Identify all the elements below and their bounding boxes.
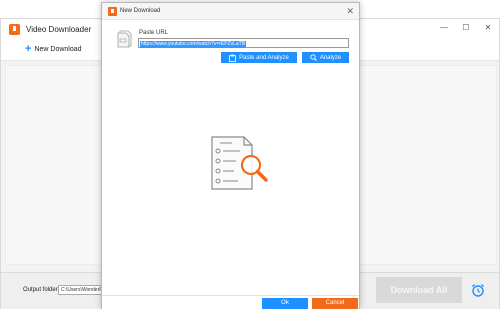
paste-and-analyze-button[interactable]: Paste and Analyze: [221, 52, 297, 63]
close-icon[interactable]: ✕: [346, 6, 354, 17]
close-button[interactable]: ✕: [483, 23, 493, 32]
window-controls: — ☐ ✕: [439, 23, 493, 32]
paste-and-analyze-label: Paste and Analyze: [239, 54, 289, 61]
analyze-button[interactable]: Analyze: [302, 52, 349, 63]
cancel-button[interactable]: Cancel: [312, 298, 358, 309]
new-download-button[interactable]: + New Download: [25, 43, 82, 55]
maximize-button[interactable]: ☐: [461, 23, 471, 32]
ok-button[interactable]: Ok: [262, 298, 308, 309]
analyze-label: Analyze: [319, 54, 342, 61]
output-folder-label: Output folder:: [23, 287, 60, 293]
dialog-title: New Download: [120, 8, 161, 14]
document-analysis-illustration: [211, 136, 268, 190]
app-title: Video Downloader: [26, 25, 92, 34]
plus-icon: +: [25, 43, 32, 55]
paste-url-label: Paste URL: [139, 30, 169, 36]
search-icon: [310, 54, 317, 61]
clipboard-icon: [229, 54, 237, 62]
alarm-clock-icon[interactable]: [471, 283, 485, 297]
app-logo-icon: [108, 7, 117, 16]
dialog-footer: Ok Cancel: [102, 295, 359, 309]
minimize-button[interactable]: —: [439, 23, 449, 32]
dialog-title-bar: New Download ✕: [102, 3, 359, 20]
url-selected-text: https://www.youtube.com/watch?v=rEPZvLaT…: [140, 41, 247, 48]
new-download-label: New Download: [34, 45, 82, 53]
download-all-button[interactable]: Download All: [376, 277, 462, 303]
new-download-dialog: New Download ✕ Paste URL https://www.you…: [101, 2, 360, 309]
url-doc-icon: [117, 30, 132, 48]
app-logo-icon: [9, 24, 20, 35]
url-input[interactable]: https://www.youtube.com/watch?v=rEPZvLaT…: [138, 38, 349, 48]
